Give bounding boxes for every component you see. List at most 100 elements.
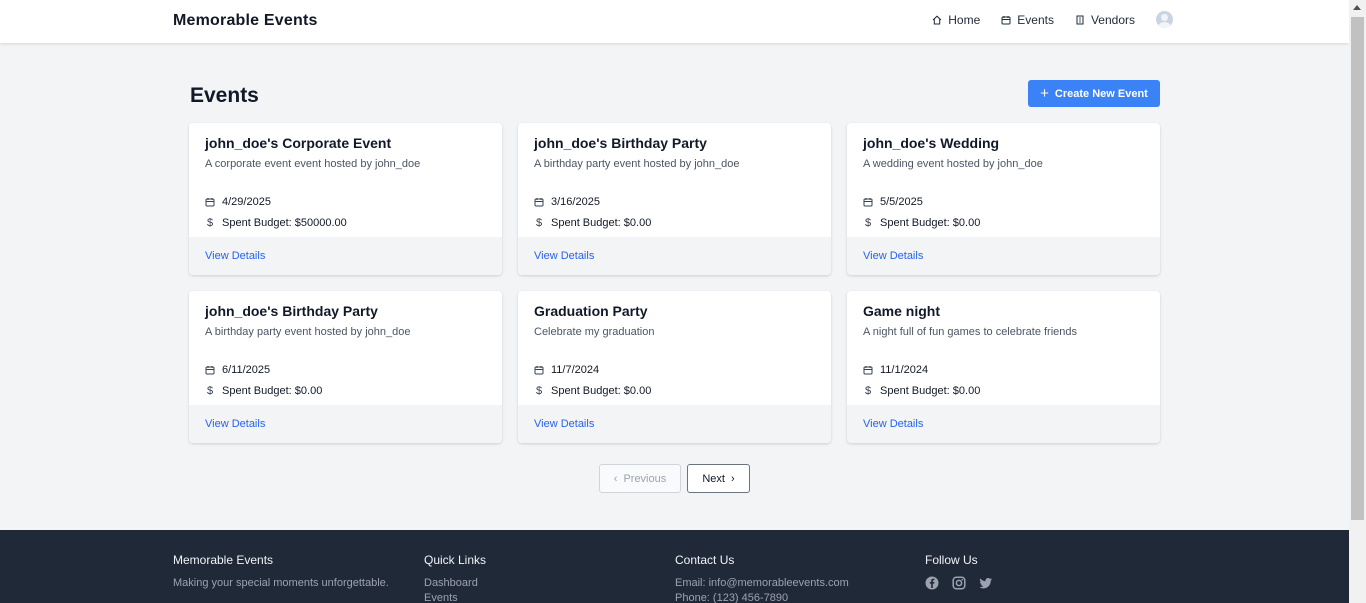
building-icon [1076, 15, 1084, 24]
event-title: john_doe's Wedding [863, 135, 1000, 151]
event-date: 3/16/2025 [534, 196, 600, 208]
footer-email: Email: info@memorableevents.com [675, 577, 849, 589]
view-details-link[interactable]: View Details [534, 418, 594, 430]
event-date-text: 4/29/2025 [222, 196, 271, 208]
event-title: john_doe's Birthday Party [534, 135, 707, 151]
view-details-link[interactable]: View Details [863, 418, 923, 430]
view-details-link[interactable]: View Details [205, 250, 265, 262]
dollar-icon: $ [864, 217, 872, 229]
event-description: A wedding event hosted by john_doe [863, 158, 1043, 170]
event-card: john_doe's Birthday Party A birthday par… [518, 123, 831, 275]
event-card: john_doe's Corporate Event A corporate e… [189, 123, 502, 275]
event-date: 11/7/2024 [534, 364, 599, 376]
nav-events-label: Events [1017, 12, 1054, 27]
social-links [925, 576, 993, 590]
nav-home[interactable]: Home [932, 13, 980, 27]
event-title: Graduation Party [534, 303, 648, 319]
footer-contact: Contact Us Email: info@memorableevents.c… [675, 553, 849, 603]
event-description: A corporate event event hosted by john_d… [205, 158, 421, 170]
top-navbar: Memorable Events Home Events Vendors [0, 0, 1349, 43]
calendar-icon [863, 197, 873, 207]
previous-label: Previous [623, 472, 667, 485]
dollar-icon: $ [535, 385, 543, 397]
view-details-link[interactable]: View Details [534, 250, 594, 262]
footer-contact-title: Contact Us [675, 553, 735, 567]
event-date-text: 11/7/2024 [551, 364, 600, 376]
card-footer: View Details [189, 405, 502, 443]
card-footer: View Details [189, 237, 502, 275]
calendar-icon [863, 365, 873, 375]
footer-phone: Phone: (123) 456-7890 [675, 592, 789, 603]
footer-follow-title: Follow Us [925, 553, 978, 567]
calendar-icon [205, 197, 215, 207]
site-footer: Memorable Events Making your special mom… [0, 530, 1349, 603]
chevron-right-icon: › [730, 472, 735, 485]
events-grid: john_doe's Corporate Event A corporate e… [189, 123, 1160, 443]
create-event-label: Create New Event [1054, 87, 1148, 100]
event-date: 6/11/2025 [205, 364, 270, 376]
event-date-text: 11/1/2024 [880, 364, 929, 376]
home-icon [932, 15, 942, 24]
event-card: john_doe's Birthday Party A birthday par… [189, 291, 502, 443]
event-budget: $ Spent Budget: $0.00 [863, 385, 980, 397]
page-title: Events [190, 84, 259, 107]
event-date: 4/29/2025 [205, 196, 271, 208]
nav-vendors-label: Vendors [1090, 12, 1135, 27]
event-budget: $ Spent Budget: $0.00 [534, 385, 651, 397]
event-budget: $ Spent Budget: $0.00 [863, 217, 980, 229]
event-description: A birthday party event hosted by john_do… [205, 326, 411, 338]
next-page-button[interactable]: Next › [687, 464, 750, 493]
chevron-left-icon: ‹ [613, 472, 618, 485]
footer-links-title: Quick Links [424, 553, 487, 567]
event-date-text: 6/11/2025 [222, 364, 271, 376]
vertical-scrollbar[interactable] [1349, 0, 1366, 603]
pagination: ‹ Previous Next › [599, 464, 750, 493]
dollar-icon: $ [206, 217, 214, 229]
nav-events[interactable]: Events [1001, 13, 1054, 27]
footer-link-dashboard[interactable]: Dashboard [424, 576, 486, 591]
scrollbar-thumb[interactable] [1351, 17, 1364, 520]
facebook-icon[interactable] [925, 576, 939, 590]
scroll-up-arrow-icon[interactable] [1353, 5, 1361, 10]
page: Memorable Events Home Events Vendors Eve… [0, 0, 1349, 603]
card-footer: View Details [847, 405, 1160, 443]
footer-link-events[interactable]: Events [424, 591, 486, 603]
user-avatar[interactable] [1156, 11, 1173, 28]
event-budget: $ Spent Budget: $50000.00 [205, 217, 347, 229]
nav-home-label: Home [948, 12, 981, 27]
dollar-icon: $ [206, 385, 214, 397]
main-nav: Home Events Vendors [932, 11, 1173, 28]
footer-about: Memorable Events Making your special mom… [173, 553, 389, 591]
next-label: Next [702, 472, 725, 485]
event-date: 11/1/2024 [863, 364, 928, 376]
view-details-link[interactable]: View Details [863, 250, 923, 262]
event-budget: $ Spent Budget: $0.00 [205, 385, 322, 397]
view-details-link[interactable]: View Details [205, 418, 265, 430]
calendar-icon [205, 365, 215, 375]
plus-icon: + [1040, 84, 1049, 102]
event-title: john_doe's Birthday Party [205, 303, 378, 319]
event-card: Graduation Party Celebrate my graduation… [518, 291, 831, 443]
event-description: Celebrate my graduation [534, 326, 655, 338]
previous-page-button[interactable]: ‹ Previous [599, 464, 681, 493]
event-budget: $ Spent Budget: $0.00 [534, 217, 651, 229]
twitter-icon[interactable] [979, 576, 993, 590]
event-budget-text: Spent Budget: $0.00 [551, 385, 652, 397]
event-card: john_doe's Wedding A wedding event hoste… [847, 123, 1160, 275]
card-footer: View Details [518, 237, 831, 275]
footer-tagline: Making your special moments unforgettabl… [173, 577, 389, 589]
brand-logo[interactable]: Memorable Events [173, 12, 318, 30]
event-budget-text: Spent Budget: $0.00 [880, 385, 981, 397]
event-budget-text: Spent Budget: $0.00 [551, 217, 652, 229]
nav-vendors[interactable]: Vendors [1075, 13, 1135, 27]
calendar-icon [534, 365, 544, 375]
event-budget-text: Spent Budget: $0.00 [880, 217, 981, 229]
calendar-icon [1001, 15, 1011, 24]
event-date-text: 5/5/2025 [880, 196, 923, 208]
event-card: Game night A night full of fun games to … [847, 291, 1160, 443]
event-title: Game night [863, 303, 941, 319]
event-description: A night full of fun games to celebrate f… [863, 326, 1078, 338]
instagram-icon[interactable] [952, 576, 966, 590]
calendar-icon [534, 197, 544, 207]
create-event-button[interactable]: + Create New Event [1028, 80, 1160, 107]
